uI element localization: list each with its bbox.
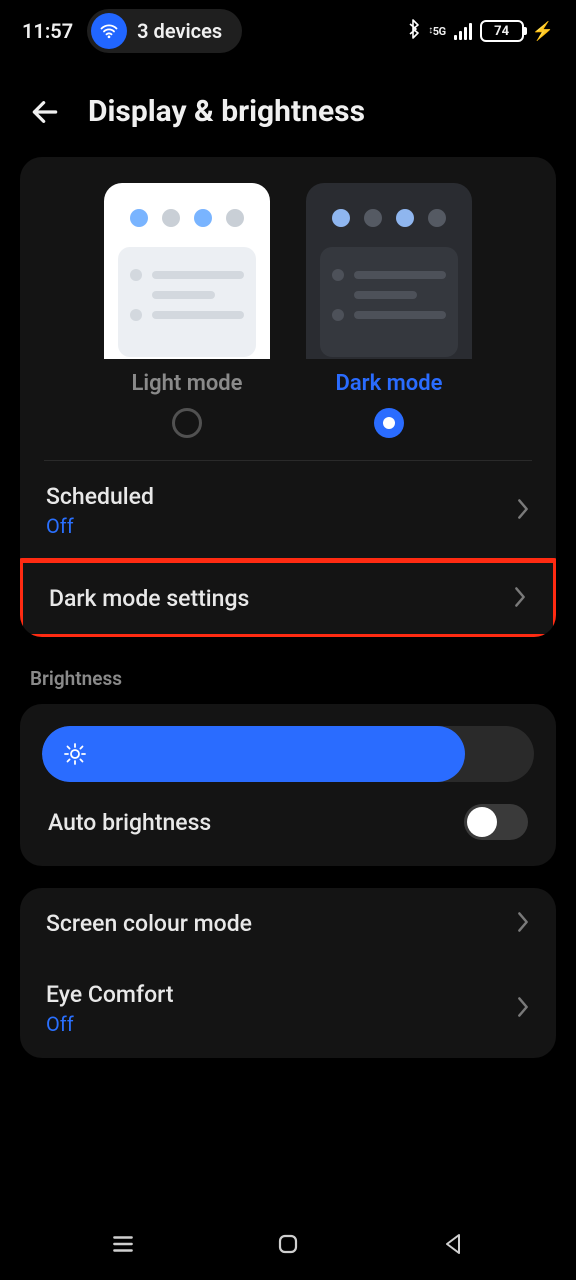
charging-icon: ⚡: [532, 21, 554, 42]
theme-card: Light mode Dark mode Scheduled Off: [20, 157, 556, 637]
auto-brightness-row: Auto brightness: [42, 782, 534, 862]
brightness-section-label: Brightness: [0, 659, 576, 704]
chevron-right-icon: [516, 911, 530, 937]
devices-count: 3 devices: [137, 19, 222, 43]
recents-button[interactable]: [101, 1222, 145, 1266]
display-options-card: Screen colour mode Eye Comfort Off: [20, 888, 556, 1058]
home-button[interactable]: [266, 1222, 310, 1266]
devices-pill[interactable]: 3 devices: [87, 9, 242, 53]
brightness-slider[interactable]: [42, 726, 534, 782]
battery-indicator: 74: [480, 20, 524, 42]
dark-mode-settings-label: Dark mode settings: [49, 585, 249, 612]
light-mode-label: Light mode: [131, 371, 242, 396]
status-bar: 11:57 3 devices ↕5G 74 ⚡: [0, 0, 576, 62]
light-mode-option[interactable]: Light mode: [104, 183, 270, 438]
light-mode-preview: [104, 183, 270, 359]
status-time: 11:57: [22, 19, 73, 43]
highlight-box: Dark mode settings: [20, 558, 556, 637]
auto-brightness-toggle[interactable]: [464, 804, 528, 840]
chevron-right-icon: [516, 498, 530, 524]
signal-icon: [454, 22, 472, 40]
screen-colour-label: Screen colour mode: [46, 910, 252, 937]
eye-comfort-row[interactable]: Eye Comfort Off: [20, 959, 556, 1058]
scheduled-row[interactable]: Scheduled Off: [20, 461, 556, 560]
sun-icon: [62, 741, 88, 767]
bluetooth-icon: [406, 19, 420, 44]
dark-mode-option[interactable]: Dark mode: [306, 183, 472, 438]
page-title: Display & brightness: [88, 94, 365, 129]
dark-mode-label: Dark mode: [336, 371, 443, 396]
brightness-fill: [42, 726, 465, 782]
chevron-right-icon: [513, 586, 527, 612]
page-header: Display & brightness: [0, 62, 576, 157]
back-nav-button[interactable]: [431, 1222, 475, 1266]
dark-mode-settings-row[interactable]: Dark mode settings: [23, 563, 553, 634]
brightness-card: Auto brightness: [20, 704, 556, 866]
scheduled-value: Off: [46, 514, 154, 538]
light-mode-radio[interactable]: [172, 408, 202, 438]
chevron-right-icon: [516, 996, 530, 1022]
wifi-icon: [91, 13, 127, 49]
dark-mode-preview: [306, 183, 472, 359]
auto-brightness-label: Auto brightness: [48, 809, 211, 836]
screen-colour-row[interactable]: Screen colour mode: [20, 888, 556, 959]
system-nav-bar: [0, 1208, 576, 1280]
dark-mode-radio[interactable]: [374, 408, 404, 438]
network-type: ↕5G: [428, 25, 445, 38]
scheduled-label: Scheduled: [46, 483, 154, 510]
eye-comfort-value: Off: [46, 1012, 173, 1036]
back-button[interactable]: [28, 95, 62, 129]
eye-comfort-label: Eye Comfort: [46, 981, 173, 1008]
